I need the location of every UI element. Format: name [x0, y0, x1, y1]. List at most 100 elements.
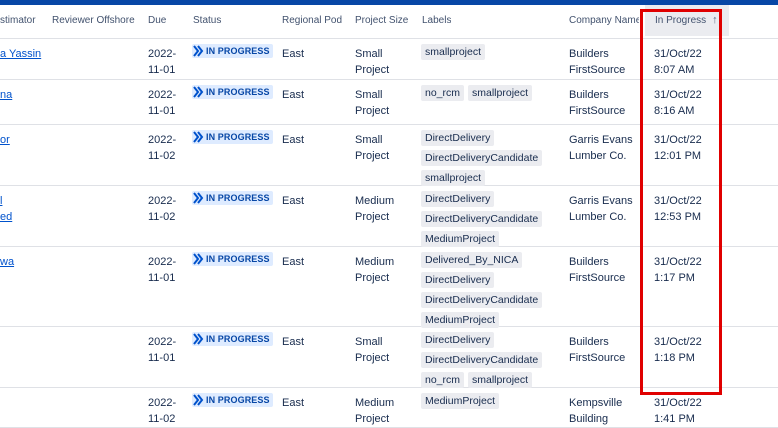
project-size-cell: Medium Project: [355, 193, 394, 225]
progress-date: 31/Oct/22: [654, 256, 702, 268]
company-line1: Builders: [569, 48, 609, 60]
estimator-link[interactable]: a Yassin: [0, 48, 41, 60]
due-line1: 2022-: [148, 336, 177, 348]
estimator-link[interactable]: l: [0, 195, 2, 207]
label-tag[interactable]: MediumProject: [421, 231, 500, 247]
status-lozenge[interactable]: IN PROGRESS: [192, 393, 273, 407]
estimator-link[interactable]: or: [0, 134, 10, 146]
progress-time: 1:17 PM: [654, 272, 695, 284]
col-company-name[interactable]: Company Name: [569, 15, 639, 26]
col-regional-pod[interactable]: Regional Pod: [282, 15, 342, 26]
table-row[interactable]: or 2022- 11-02 IN PROGRESS East Small Project D…: [0, 124, 778, 186]
label-tag[interactable]: DirectDelivery: [421, 191, 495, 207]
table-header: stimator Reviewer Offshore Due Status Re…: [0, 5, 778, 39]
label-tag[interactable]: DirectDelivery: [421, 272, 495, 288]
estimator-link[interactable]: na: [0, 89, 12, 101]
label-tag[interactable]: no_rcm: [421, 372, 465, 388]
project-size-cell: Medium Project: [355, 395, 394, 427]
label-tag[interactable]: DirectDelivery: [421, 332, 495, 348]
col-labels[interactable]: Labels: [422, 15, 451, 26]
regional-pod-cell: East: [282, 134, 305, 146]
regional-pod-cell: East: [282, 397, 305, 409]
due-cell: 2022- 11-01: [148, 46, 176, 78]
due-line2: 11-01: [148, 352, 176, 364]
estimator-link[interactable]: wa: [0, 256, 14, 268]
double-chevron-right-icon: [193, 333, 204, 345]
company-line2: FirstSource: [569, 272, 626, 284]
label-tag[interactable]: DirectDeliveryCandidate: [421, 211, 543, 227]
company-line2: FirstSource: [569, 64, 626, 76]
regional-pod-cell: East: [282, 89, 305, 101]
status-lozenge[interactable]: IN PROGRESS: [192, 252, 273, 266]
labels-cell: smallproject: [421, 44, 561, 64]
in-progress-cell: 31/Oct/22 12:53 PM: [654, 193, 702, 225]
size-line2: Project: [355, 150, 390, 162]
label-tag[interactable]: Delivered_By_NICA: [421, 252, 523, 268]
labels-cell: no_rcm smallproject: [421, 85, 561, 105]
in-progress-cell: 31/Oct/22 8:16 AM: [654, 87, 702, 119]
col-reviewer-offshore[interactable]: Reviewer Offshore: [52, 15, 135, 26]
company-line1: Kempsville: [569, 397, 623, 409]
size-line1: Medium: [355, 195, 395, 207]
status-text: IN PROGRESS: [206, 132, 270, 142]
due-line2: 11-02: [148, 150, 176, 162]
size-line1: Small: [355, 48, 383, 60]
table-row[interactable]: na 2022- 11-01 IN PROGRESS East Small Project n…: [0, 79, 778, 125]
project-size-cell: Small Project: [355, 334, 389, 366]
status-lozenge[interactable]: IN PROGRESS: [192, 85, 273, 99]
company-line1: Builders: [569, 256, 609, 268]
estimator-cell: a Yassin: [0, 46, 41, 62]
label-tag[interactable]: smallproject: [421, 44, 486, 60]
progress-time: 12:01 PM: [654, 150, 702, 162]
label-tag[interactable]: smallproject: [468, 372, 533, 388]
in-progress-cell: 31/Oct/22 1:18 PM: [654, 334, 702, 366]
company-line1: Garris Evans: [569, 195, 633, 207]
status-cell: IN PROGRESS: [192, 332, 273, 350]
table-row[interactable]: a Yassin 2022- 11-01 IN PROGRESS East Small Pr…: [0, 38, 778, 80]
label-tag[interactable]: DirectDeliveryCandidate: [421, 292, 543, 308]
status-lozenge[interactable]: IN PROGRESS: [192, 191, 273, 205]
table-row[interactable]: l ed 2022- 11-02 IN PROGRESS East Medium Projec…: [0, 185, 778, 247]
in-progress-cell: 31/Oct/22 1:17 PM: [654, 254, 702, 286]
status-text: IN PROGRESS: [206, 46, 270, 56]
project-size-cell: Small Project: [355, 87, 389, 119]
label-tag[interactable]: smallproject: [421, 170, 486, 186]
in-progress-cell: 31/Oct/22 1:41 PM: [654, 395, 702, 427]
due-cell: 2022- 11-01: [148, 334, 176, 366]
table-row[interactable]: 2022- 11-02 IN PROGRESS East Medium Project Me…: [0, 387, 778, 428]
regional-pod-cell: East: [282, 256, 305, 268]
estimator-link-line2[interactable]: ed: [0, 211, 12, 223]
regional-pod-cell: East: [282, 195, 305, 207]
company-line1: Garris Evans: [569, 134, 633, 146]
progress-date: 31/Oct/22: [654, 48, 702, 60]
status-lozenge[interactable]: IN PROGRESS: [192, 130, 273, 144]
label-tag[interactable]: no_rcm: [421, 85, 465, 101]
company-line2: FirstSource: [569, 105, 626, 117]
label-tag[interactable]: DirectDeliveryCandidate: [421, 352, 543, 368]
status-lozenge[interactable]: IN PROGRESS: [192, 332, 273, 346]
col-due[interactable]: Due: [148, 15, 166, 26]
due-line2: 11-02: [148, 211, 176, 223]
col-in-progress-label: In Progress: [655, 15, 707, 26]
label-tag[interactable]: DirectDelivery: [421, 130, 495, 146]
col-in-progress[interactable]: In Progress ↑: [645, 5, 729, 36]
arrow-up-icon[interactable]: ↑: [712, 5, 718, 36]
size-line2: Project: [355, 352, 390, 364]
status-cell: IN PROGRESS: [192, 191, 273, 209]
company-name-cell: Builders FirstSource: [569, 46, 625, 78]
label-tag[interactable]: DirectDeliveryCandidate: [421, 150, 543, 166]
table-row[interactable]: wa 2022- 11-01 IN PROGRESS East Medium Project…: [0, 246, 778, 328]
labels-cell: MediumProject: [421, 393, 561, 413]
progress-date: 31/Oct/22: [654, 195, 702, 207]
due-cell: 2022- 11-02: [148, 193, 176, 225]
label-tag[interactable]: MediumProject: [421, 393, 500, 409]
table-row[interactable]: 2022- 11-01 IN PROGRESS East Small Project Dir…: [0, 326, 778, 388]
col-estimator[interactable]: stimator: [0, 15, 36, 26]
col-status[interactable]: Status: [193, 15, 221, 26]
label-tag[interactable]: smallproject: [468, 85, 533, 101]
status-lozenge[interactable]: IN PROGRESS: [192, 44, 273, 58]
double-chevron-right-icon: [193, 86, 204, 98]
status-cell: IN PROGRESS: [192, 393, 273, 411]
progress-time: 1:41 PM: [654, 413, 695, 425]
col-project-size[interactable]: Project Size: [355, 15, 408, 26]
